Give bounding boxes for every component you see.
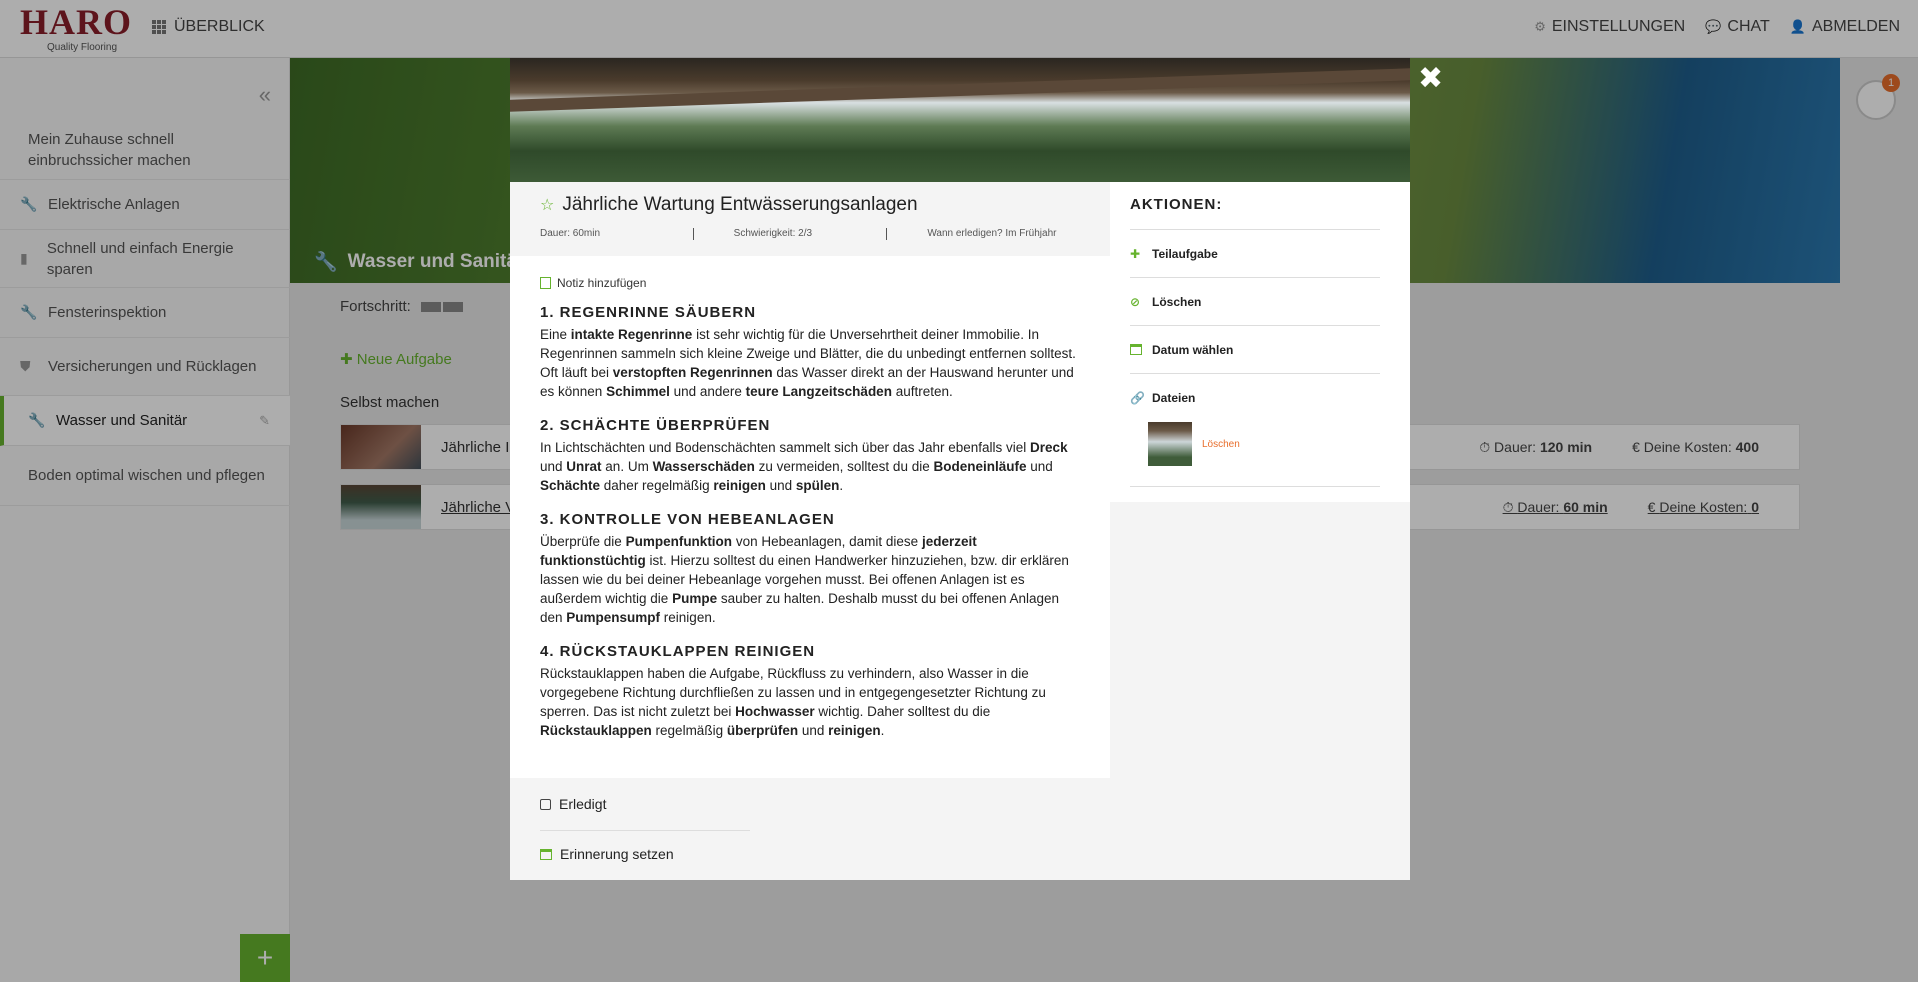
add-subtask-button[interactable]: ✚ Teilaufgabe: [1130, 230, 1380, 278]
file-thumbnail[interactable]: [1148, 422, 1192, 466]
files-label: Dateien: [1152, 391, 1196, 405]
checkbox-icon: [540, 798, 551, 810]
delete-label: Löschen: [1152, 294, 1202, 309]
actions-title: AKTIONEN:: [1130, 196, 1380, 230]
files-button[interactable]: 🔗 Dateien: [1130, 374, 1380, 422]
paperclip-icon: 🔗: [1130, 391, 1145, 405]
section-heading: 1. REGENRINNE SÄUBERN: [540, 304, 757, 321]
done-label: Erledigt: [559, 796, 607, 812]
add-note-label: Notiz hinzufügen: [557, 276, 647, 290]
section-heading: 2. SCHÄCHTE ÜBERPRÜFEN: [540, 417, 771, 434]
modal-header-image: [510, 58, 1410, 182]
close-icon[interactable]: ✖: [1418, 64, 1443, 94]
reminder-label: Erinnerung setzen: [560, 846, 674, 862]
section-heading: 4. RÜCKSTAUKLAPPEN REINIGEN: [540, 643, 816, 660]
modal-title-text: Jährliche Wartung Entwässerungsanlagen: [562, 194, 918, 215]
date-label: Datum wählen: [1152, 342, 1234, 357]
section-heading: 3. KONTROLLE VON HEBEANLAGEN: [540, 511, 835, 528]
task-detail-modal: ✖ ☆ Jährliche Wartung Entwässerungsanlag…: [510, 58, 1443, 880]
choose-date-button[interactable]: Datum wählen: [1130, 326, 1380, 374]
meta-duration: Dauer: 60min: [540, 228, 601, 239]
task-description: Notiz hinzufügen 1. REGENRINNE SÄUBERN E…: [510, 256, 1110, 778]
calendar-icon: [540, 848, 552, 860]
note-icon: [540, 277, 551, 289]
modal-title: ☆ Jährliche Wartung Entwässerungsanlagen: [540, 194, 918, 216]
section-text: In Lichtschächten und Bodenschächten sam…: [540, 440, 1068, 493]
section-text: Überprüfe die Pumpenfunktion von Hebeanl…: [540, 534, 1069, 625]
calendar-icon: [1130, 344, 1142, 355]
plus-icon: ✚: [1130, 246, 1141, 261]
done-checkbox[interactable]: Erledigt: [540, 796, 606, 812]
meta-when: Wann erledigen? Im Frühjahr: [927, 228, 1057, 239]
delete-file-link[interactable]: Löschen: [1202, 439, 1240, 450]
file-item: Löschen: [1148, 422, 1380, 466]
subtask-label: Teilaufgabe: [1152, 246, 1218, 261]
delete-task-button[interactable]: ⊘ Löschen: [1130, 278, 1380, 326]
delete-icon: ⊘: [1130, 294, 1141, 309]
actions-panel: AKTIONEN: ✚ Teilaufgabe ⊘ Löschen Datum …: [1110, 182, 1410, 502]
set-reminder-button[interactable]: Erinnerung setzen: [540, 846, 674, 862]
star-icon[interactable]: ☆: [540, 195, 554, 215]
meta-difficulty: Schwierigkeit: 2/3: [733, 228, 813, 239]
section-text: Rückstauklappen haben die Aufgabe, Rückf…: [540, 666, 1046, 738]
add-note-button[interactable]: Notiz hinzufügen: [540, 276, 1080, 290]
section-text: Eine intakte Regenrinne ist sehr wichtig…: [540, 327, 1076, 399]
